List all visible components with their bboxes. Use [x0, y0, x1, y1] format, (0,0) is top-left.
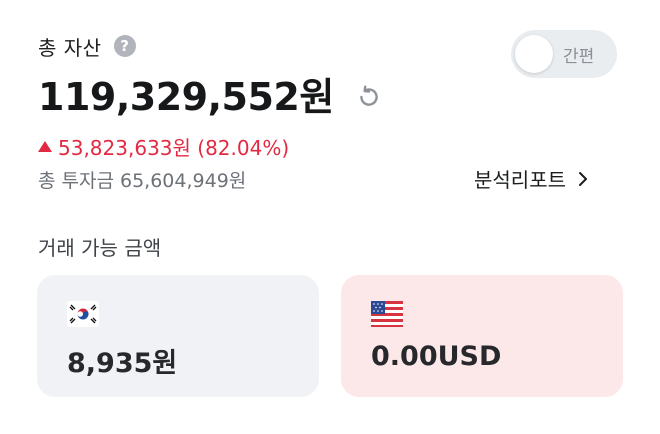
usd-balance-amount: 0.00USD — [371, 341, 502, 372]
section-title-available: 거래 가능 금액 — [38, 236, 162, 260]
refresh-icon[interactable] — [356, 84, 382, 110]
usd-balance-card[interactable]: 0.00USD — [341, 275, 623, 397]
korea-flag-icon — [67, 301, 99, 327]
page-title: 총 자산 — [38, 35, 102, 60]
total-assets-value: 119,329,552원 — [38, 75, 334, 119]
total-assets-row: 119,329,552원 — [38, 66, 382, 121]
total-assets-header: 총 자산 ? — [38, 30, 136, 62]
toggle-label: 간편 — [563, 46, 595, 67]
question-circle-icon[interactable]: ? — [113, 35, 136, 57]
triangle-up-icon — [38, 141, 52, 152]
krw-balance-amount: 8,935원 — [67, 348, 178, 379]
chevron-right-icon — [579, 171, 587, 186]
usa-flag-icon — [371, 301, 403, 327]
profit-change-text: 53,823,633원 (82.04%) — [58, 136, 290, 160]
analysis-report-link[interactable]: 분석리포트 — [474, 164, 590, 193]
krw-balance-card[interactable]: 8,935원 — [37, 275, 319, 397]
analysis-report-label: 분석리포트 — [474, 168, 566, 192]
simple-mode-toggle[interactable]: 간편 — [511, 30, 617, 78]
profit-change-row: 53,823,633원 (82.04%) — [38, 132, 289, 161]
toggle-knob — [515, 35, 553, 73]
total-invested: 총 투자금 65,604,949원 — [38, 170, 247, 192]
